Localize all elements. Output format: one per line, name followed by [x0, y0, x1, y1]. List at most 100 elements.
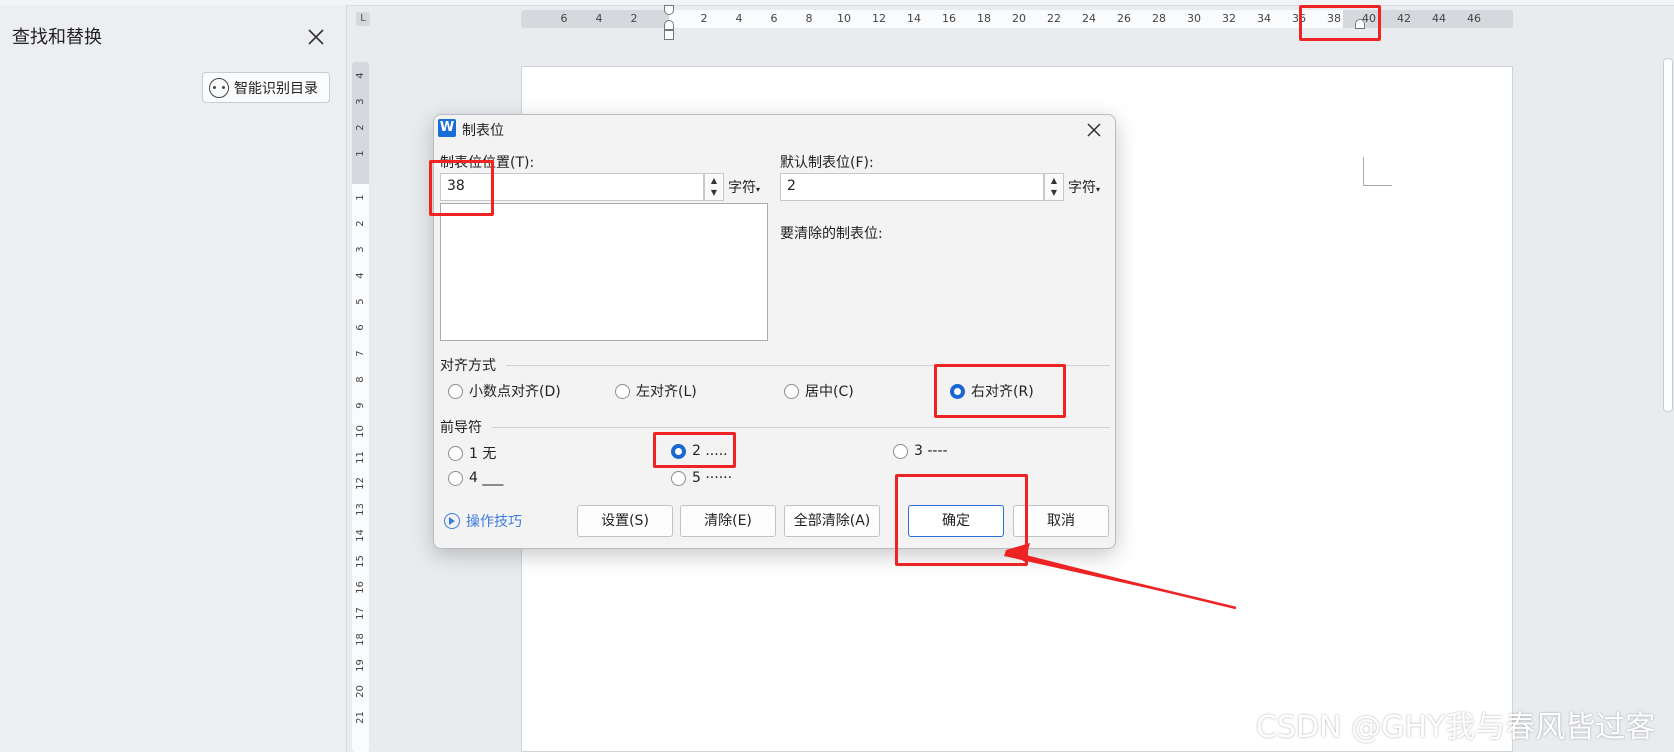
- spin-down-icon[interactable]: ▼: [709, 188, 719, 198]
- tab-position-stepper[interactable]: ▲ ▼: [704, 173, 724, 201]
- close-icon[interactable]: [1085, 121, 1103, 139]
- left-indent-marker[interactable]: [664, 20, 674, 30]
- ruler-tick-label: 4: [735, 12, 743, 25]
- ruler-tick-label: 20: [355, 685, 366, 698]
- tips-label: 操作技巧: [466, 514, 522, 530]
- ruler-tick-label: 10: [837, 12, 851, 25]
- close-icon[interactable]: [304, 25, 328, 49]
- spin-up-icon[interactable]: ▲: [1049, 176, 1059, 186]
- align-left-radio[interactable]: 左对齐(L): [615, 381, 697, 401]
- ruler-tick-label: 20: [1012, 12, 1026, 25]
- clear-button[interactable]: 清除(E): [680, 505, 776, 537]
- radio-indicator: [784, 383, 799, 399]
- ruler-tick-label: 10: [355, 425, 366, 438]
- ruler-tick-label: 34: [1257, 12, 1271, 25]
- ruler-tick-label: 26: [1117, 12, 1131, 25]
- clear-tabs-label: 要清除的制表位:: [780, 226, 883, 242]
- ruler-tick-label: 3: [355, 98, 366, 105]
- ruler-tick-label: 8: [355, 376, 366, 383]
- dialog-title-bar[interactable]: W 制表位: [434, 115, 1115, 147]
- ruler-tick-label: 4: [355, 72, 366, 79]
- leader-dash-radio[interactable]: 3 ----: [893, 443, 948, 459]
- dialog-title: 制表位: [462, 123, 504, 139]
- annotation-box-ruler: [1299, 5, 1381, 41]
- tab-positions-list[interactable]: [440, 203, 768, 341]
- ruler-tick-label: 6: [770, 12, 778, 25]
- vertical-scrollbar[interactable]: [1660, 8, 1674, 752]
- set-button[interactable]: 设置(S): [577, 505, 673, 537]
- ruler-tick-label: 5: [355, 298, 366, 305]
- option-label: 3 ----: [914, 443, 948, 459]
- ruler-tick-label: 4: [595, 12, 603, 25]
- radio-indicator: [448, 383, 463, 399]
- spin-up-icon[interactable]: ▲: [709, 176, 719, 186]
- watermark: CSDN @GHY我与春风皆过客: [1256, 710, 1656, 745]
- divider: [492, 427, 1110, 428]
- ruler-tick-label: 13: [355, 503, 366, 516]
- smart-toc-button[interactable]: 智能识别目录: [202, 72, 330, 103]
- ruler-tick-label: 46: [1467, 12, 1481, 25]
- leader-group-label: 前导符: [440, 420, 482, 436]
- chevron-down-icon: ▾: [756, 185, 761, 194]
- ruler-tick-label: 30: [1187, 12, 1201, 25]
- radio-indicator: [671, 470, 686, 486]
- ruler-tick-label: 12: [872, 12, 886, 25]
- annotation-box-ok: [895, 474, 1028, 566]
- leader-middot-radio[interactable]: 5 ······: [671, 470, 732, 486]
- ruler-tick-label: 15: [355, 555, 366, 568]
- tab-type-selector[interactable]: L: [356, 12, 370, 26]
- ruler-tick-label: 32: [1222, 12, 1236, 25]
- vertical-ruler[interactable]: 4 3 2 1 1 2 3 4 5 6 7 8 9 10 11 12 13 14 15 16 17 18 19 20 21: [352, 62, 369, 752]
- option-label: 小数点对齐(D): [469, 384, 561, 400]
- ruler-tick-label: 14: [355, 529, 366, 542]
- margin-corner-mark: [1363, 157, 1392, 186]
- alignment-group-label: 对齐方式: [440, 358, 496, 374]
- default-tab-stepper[interactable]: ▲ ▼: [1044, 173, 1064, 201]
- leader-none-radio[interactable]: 1 无: [448, 443, 496, 463]
- ruler-tick-label: 1: [355, 150, 366, 157]
- tips-link[interactable]: 操作技巧: [444, 511, 522, 531]
- radio-indicator: [615, 383, 630, 399]
- ruler-tick-label: 2: [700, 12, 708, 25]
- ruler-tick-label: 24: [1082, 12, 1096, 25]
- leader-underline-radio[interactable]: 4 ___: [448, 470, 503, 486]
- option-label: 1 无: [469, 446, 497, 462]
- ruler-tick-label: 8: [805, 12, 813, 25]
- ruler-tick-label: 12: [355, 477, 366, 490]
- annotation-box-position: [429, 160, 494, 216]
- align-decimal-radio[interactable]: 小数点对齐(D): [448, 381, 561, 401]
- align-center-radio[interactable]: 居中(C): [784, 381, 854, 401]
- scrollbar-thumb[interactable]: [1663, 58, 1673, 412]
- default-tab-input[interactable]: 2: [780, 173, 1044, 201]
- ruler-tick-label: 14: [907, 12, 921, 25]
- ruler-tick-label: 2: [355, 124, 366, 131]
- chevron-down-icon: ▾: [1096, 185, 1101, 194]
- ruler-tick-label: 7: [355, 350, 366, 357]
- ruler-tick-label: 18: [355, 633, 366, 646]
- ruler-tick-label: 6: [355, 324, 366, 331]
- wps-logo: W: [438, 119, 456, 137]
- radio-indicator: [448, 470, 463, 486]
- panel-title: 查找和替换: [12, 27, 102, 48]
- ruler-tick-label: 42: [1397, 12, 1411, 25]
- ruler-tick-label: 44: [1432, 12, 1446, 25]
- ruler-tick-label: 16: [355, 581, 366, 594]
- spin-down-icon[interactable]: ▼: [1049, 188, 1059, 198]
- ruler-tick-label: 2: [355, 220, 366, 227]
- annotation-box-leader: [653, 432, 736, 468]
- clear-all-button[interactable]: 全部清除(A): [784, 505, 880, 537]
- unit-label: 字符: [728, 180, 756, 196]
- ruler-tick-label: 2: [630, 12, 638, 25]
- radio-indicator: [448, 445, 463, 461]
- robot-face-icon: [209, 77, 229, 98]
- first-line-indent-marker[interactable]: [664, 5, 674, 15]
- ruler-tick-label: 4: [355, 272, 366, 279]
- unit-label: 字符: [1068, 180, 1096, 196]
- option-label: 左对齐(L): [636, 384, 697, 400]
- ruler-tick-label: 18: [977, 12, 991, 25]
- default-tab-unit-dropdown[interactable]: 字符▾: [1068, 177, 1100, 197]
- left-indent-box[interactable]: [664, 30, 674, 40]
- ruler-tick-label: 3: [355, 246, 366, 253]
- default-tab-label: 默认制表位(F):: [780, 155, 874, 171]
- tab-position-unit-dropdown[interactable]: 字符▾: [728, 177, 760, 197]
